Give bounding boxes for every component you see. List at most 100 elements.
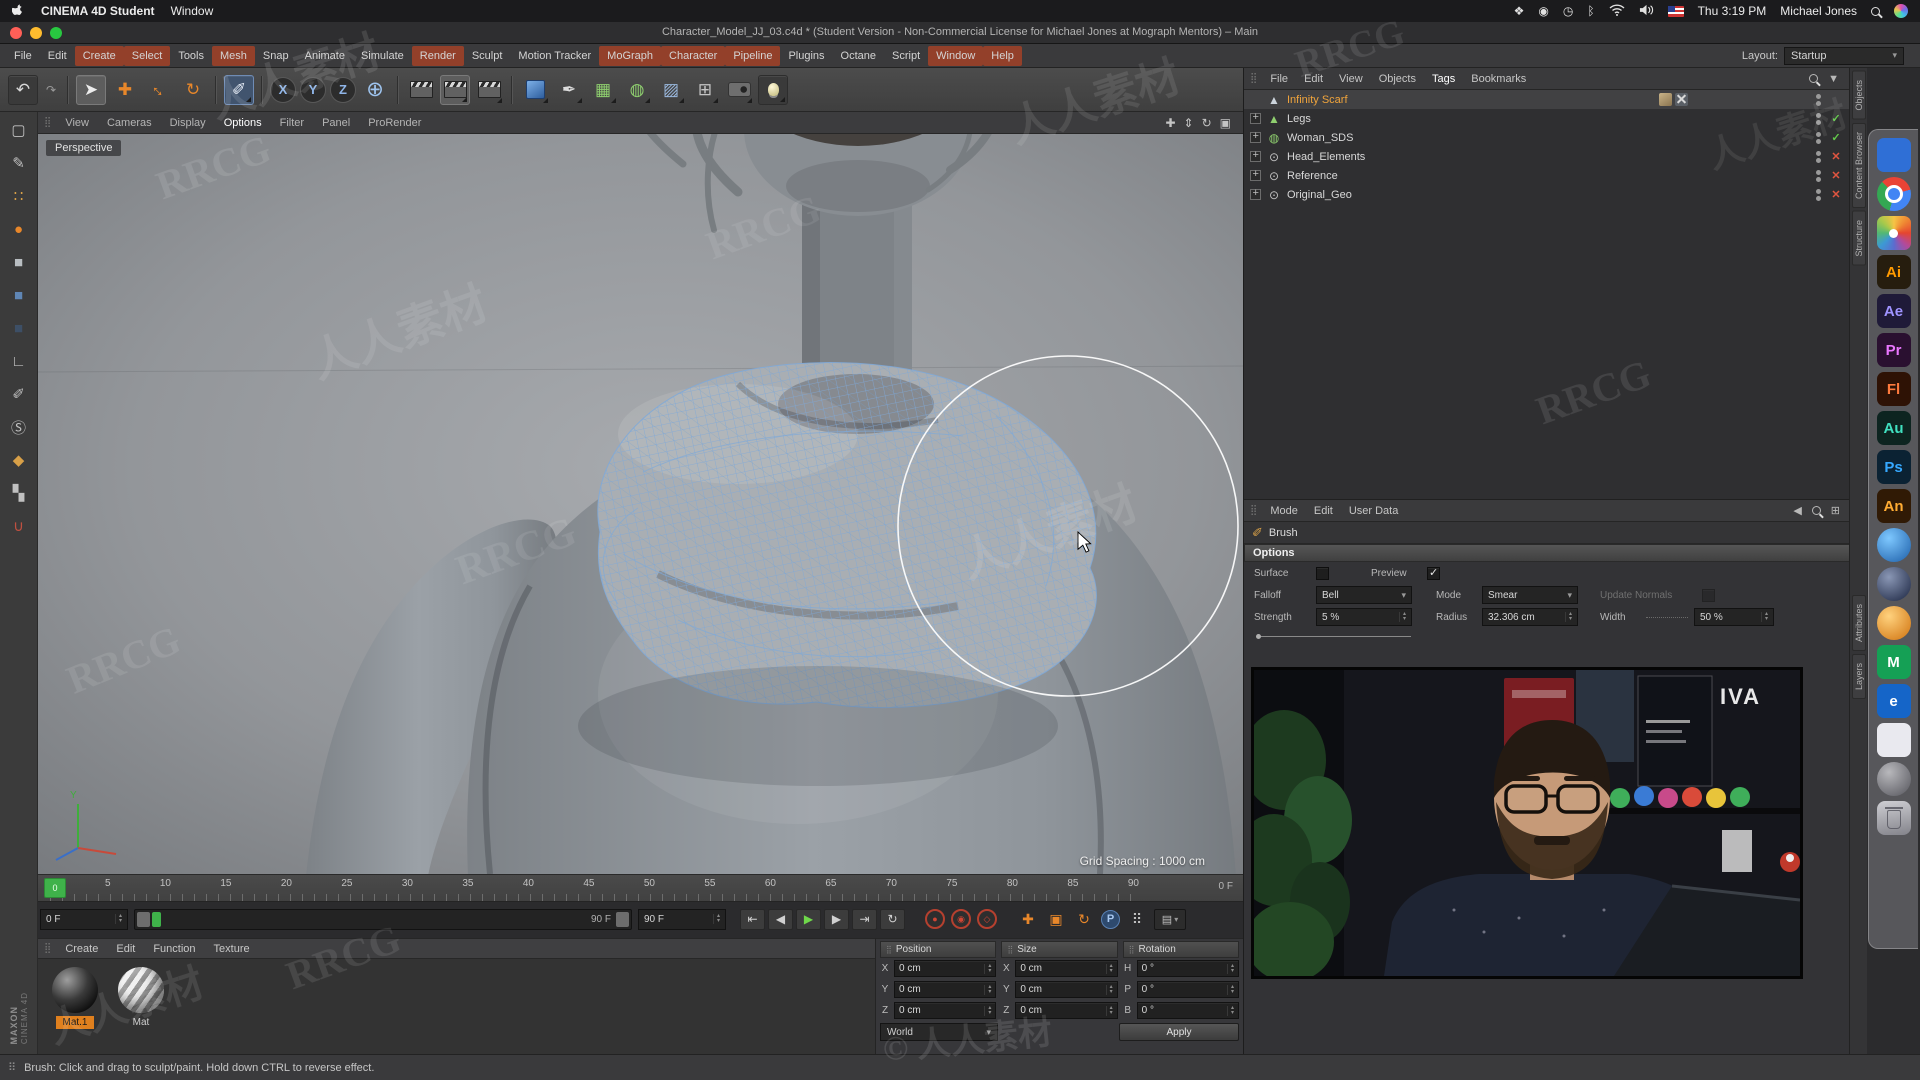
strength-field[interactable]: 5 % (1316, 608, 1412, 626)
current-frame-field[interactable]: 0 F (40, 908, 128, 930)
volume-icon[interactable] (1639, 4, 1654, 19)
rotation-b-field[interactable]: 0 ° (1136, 1002, 1239, 1019)
size-x-field[interactable]: 0 cm (1015, 960, 1118, 977)
width-slider[interactable] (1646, 616, 1688, 618)
menu-item[interactable]: MoGraph (599, 45, 662, 66)
menu-item[interactable]: Snap (255, 46, 297, 66)
dock-flash[interactable]: Fl (1876, 372, 1911, 406)
object-tags[interactable] (1659, 93, 1688, 106)
end-frame-field[interactable]: 90 F (638, 908, 726, 930)
stepper-icon[interactable] (1105, 1005, 1113, 1016)
menu-item[interactable]: Render (411, 45, 464, 66)
expand-icon[interactable] (1250, 168, 1261, 181)
dock-after-effects[interactable]: Ae (1876, 294, 1911, 328)
undo-icon[interactable]: ↶ (8, 74, 38, 105)
stepper-icon[interactable] (712, 914, 720, 924)
zoom-view-icon[interactable]: ⇕ (1184, 116, 1194, 130)
dock-animate[interactable]: An (1876, 489, 1911, 523)
update-normals-checkbox[interactable] (1702, 588, 1715, 602)
separator-icon[interactable] (67, 75, 69, 104)
object-name[interactable]: Infinity Scarf (1287, 94, 1348, 106)
enable-state-icon[interactable]: ✕ (1828, 150, 1844, 163)
stepper-icon[interactable] (1760, 612, 1768, 622)
object-manager-menu-item[interactable]: Edit (1297, 70, 1330, 88)
object-name[interactable]: Reference (1287, 170, 1338, 182)
play-mode-button[interactable]: ↻ (880, 908, 905, 930)
autokeying-button[interactable]: ◉ (951, 909, 971, 929)
dock-premiere[interactable]: Pr (1876, 333, 1911, 367)
dock-notes[interactable] (1876, 723, 1911, 757)
object-row[interactable]: ◍ Woman_SDS ✓ (1244, 128, 1850, 147)
3d-viewport[interactable]: Y Perspective Grid Spacing : 1000 cm (38, 134, 1243, 874)
object-row[interactable]: ⊙ Reference ✕ (1244, 166, 1850, 185)
lock-x-axis-button[interactable]: X (270, 76, 296, 103)
panel-grip-icon[interactable]: ⣿ (1250, 73, 1257, 84)
material-menu-item[interactable]: Create (57, 941, 106, 957)
checker-flag-icon[interactable]: ▚ (7, 481, 31, 505)
texture-mode-icon[interactable]: ■ (7, 316, 31, 340)
dock-photos[interactable] (1876, 216, 1911, 250)
viewport-menu-item[interactable]: Cameras (99, 114, 160, 132)
vertical-tab[interactable]: Objects (1852, 71, 1866, 120)
dock-maxon[interactable]: M (1876, 645, 1911, 679)
menu-item[interactable]: Plugins (780, 46, 832, 66)
rotate-tool-icon[interactable]: ↻ (178, 75, 208, 105)
position-y-field[interactable]: 0 cm (894, 981, 997, 998)
key-parameter-button[interactable]: P (1101, 909, 1120, 929)
menu-item[interactable]: Animate (297, 46, 353, 66)
object-manager-menu-item[interactable]: Tags (1425, 70, 1462, 88)
history-back-icon[interactable]: ◀ (1793, 504, 1801, 517)
move-tool-icon[interactable]: ✚ (110, 75, 140, 105)
menu-item[interactable]: Octane (833, 46, 884, 66)
stepper-icon[interactable] (1105, 984, 1113, 995)
object-name[interactable]: Head_Elements (1287, 151, 1365, 163)
expand-icon[interactable] (1250, 187, 1261, 200)
object-row[interactable]: ▲ Infinity Scarf (1244, 90, 1850, 109)
falloff-curve-strip[interactable] (1244, 628, 1850, 644)
object-manager-menu-item[interactable]: View (1332, 70, 1370, 88)
input-language-flag-icon[interactable] (1667, 5, 1684, 17)
next-frame-button[interactable]: ▶ (824, 908, 849, 930)
expand-icon[interactable] (1250, 111, 1261, 124)
viewport-menu-item[interactable]: View (57, 114, 97, 132)
go-to-end-button[interactable]: ⇥ (852, 908, 877, 930)
dock-illustrator[interactable]: Ai (1876, 255, 1911, 289)
visibility-dots-icon[interactable] (1813, 150, 1823, 164)
menu-item[interactable]: Mesh (212, 45, 255, 66)
options-section-header[interactable]: Options (1244, 544, 1850, 562)
object-mode-icon[interactable]: ■ (7, 283, 31, 307)
key-scale-button[interactable]: ▣ (1045, 908, 1067, 930)
scale-tool-icon[interactable]: ↔ (144, 75, 174, 105)
expand-icon[interactable] (1250, 149, 1261, 162)
rotation-p-field[interactable]: 0 ° (1136, 981, 1239, 998)
vertical-tab[interactable]: Content Browser (1852, 122, 1866, 208)
menu-item[interactable]: Motion Tracker (510, 46, 599, 66)
menu-item[interactable]: Help (983, 45, 1022, 66)
filter-icon[interactable]: ▼ (1828, 73, 1839, 85)
magnet-icon[interactable]: ∪ (7, 514, 31, 538)
search-icon[interactable] (1811, 506, 1821, 515)
position-z-field[interactable]: 0 cm (894, 1002, 997, 1019)
keying-settings-dropdown[interactable]: ▤ (1154, 908, 1186, 930)
dropbox-icon[interactable]: ❖ (1514, 4, 1525, 18)
panel-grip-icon[interactable]: ⣿ (44, 117, 51, 128)
object-manager-menu-item[interactable]: Objects (1372, 70, 1423, 88)
lock-y-axis-button[interactable]: Y (300, 76, 326, 103)
size-z-field[interactable]: 0 cm (1015, 1002, 1118, 1019)
enable-state-icon[interactable]: ✕ (1828, 169, 1844, 182)
macos-menu-window[interactable]: Window (171, 4, 214, 18)
wifi-icon[interactable] (1609, 3, 1625, 19)
render-settings-icon[interactable] (474, 75, 504, 105)
dock-audition[interactable]: Au (1876, 411, 1911, 445)
stepper-icon[interactable] (114, 914, 122, 924)
viewport-menu-item[interactable]: ProRender (360, 114, 429, 132)
frame-range-slider[interactable]: 90 F (134, 908, 632, 930)
menu-item[interactable]: Simulate (353, 46, 412, 66)
dock-app-blue[interactable] (1876, 138, 1911, 172)
material-item[interactable]: Mat (118, 967, 164, 1029)
menu-item[interactable]: File (6, 46, 40, 66)
vertical-tab[interactable]: Structure (1852, 210, 1866, 266)
visibility-dots-icon[interactable] (1813, 188, 1823, 202)
size-y-field[interactable]: 0 cm (1015, 981, 1118, 998)
range-start-handle[interactable] (137, 911, 150, 927)
